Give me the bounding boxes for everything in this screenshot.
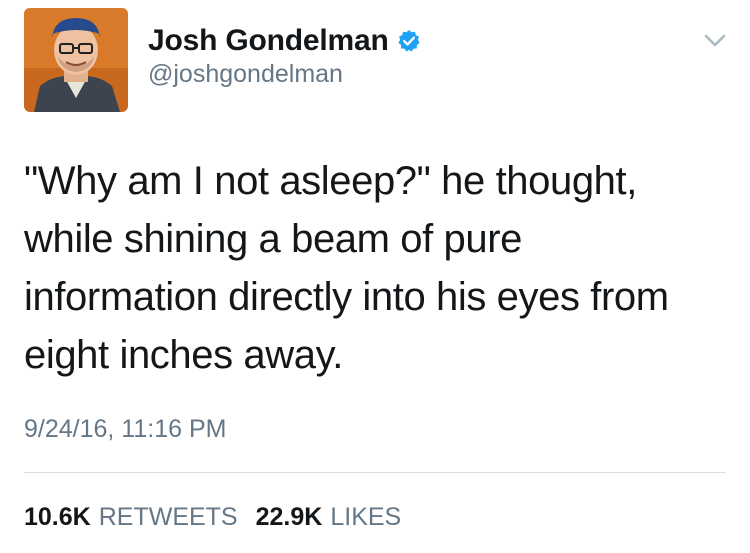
tweet-stats: 10.6K RETWEETS 22.9K LIKES [24,503,419,532]
retweets-stat[interactable]: 10.6K RETWEETS [24,503,238,532]
tweet-text: "Why am I not asleep?" he thought, while… [24,159,669,377]
author-display-name[interactable]: Josh Gondelman [148,24,389,58]
likes-label: LIKES [330,503,402,531]
likes-count: 22.9K [255,503,323,531]
retweets-count: 10.6K [24,503,91,531]
divider [24,472,726,473]
tweet-card: Josh Gondelman @joshgondelman "Why am I … [0,0,750,553]
avatar[interactable] [24,8,128,112]
verified-badge-icon [397,29,421,53]
retweets-label: RETWEETS [98,503,238,531]
chevron-down-icon[interactable] [700,28,730,52]
author-name-row[interactable]: Josh Gondelman [148,22,421,60]
author-handle[interactable]: @joshgondelman [148,60,343,89]
avatar-image [24,8,128,112]
tweet-timestamp[interactable]: 9/24/16, 11:16 PM [24,415,226,444]
likes-stat[interactable]: 22.9K LIKES [256,503,402,532]
